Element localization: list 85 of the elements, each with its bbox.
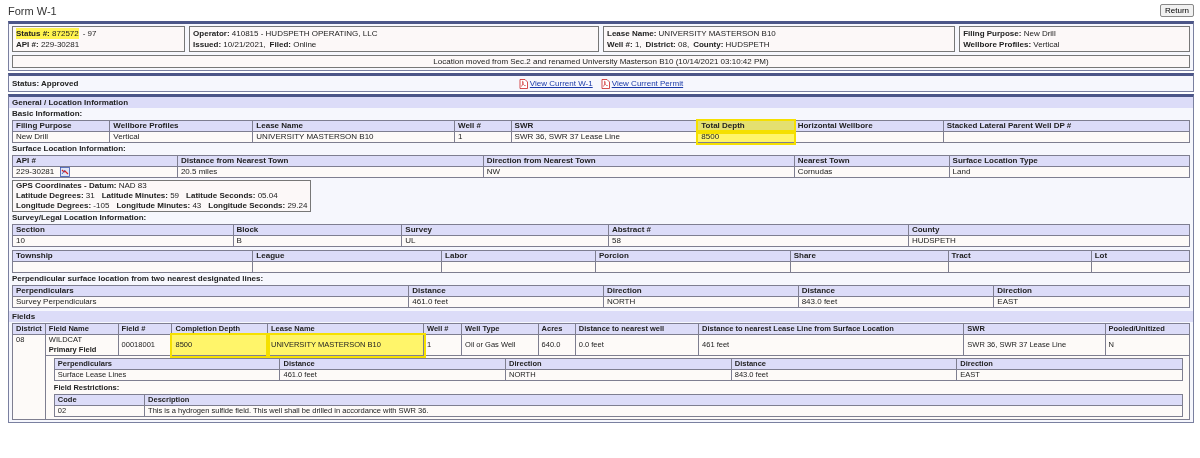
section-header: General / Location Information: [9, 97, 1193, 108]
column-header: Perpendiculars: [12, 285, 409, 297]
column-header: Distance from Nearest Town: [177, 155, 484, 167]
table-cell: Vertical: [109, 131, 253, 143]
info-text: Latitude Minutes: 59: [101, 191, 180, 202]
column-header: Stacked Lateral Parent Well DP #: [943, 120, 1190, 132]
table-cell: EAST: [993, 296, 1190, 308]
table-cell: Survey Perpendiculars: [12, 296, 409, 308]
table-cell: Cornudas: [794, 166, 950, 178]
table-cell: UNIVERSITY MASTERSON B10: [252, 131, 455, 143]
map-icon[interactable]: [60, 167, 71, 177]
column-header: Well #: [454, 120, 512, 132]
table-cell: 8500: [697, 131, 795, 143]
info-text: Longitude Degrees: -105: [16, 201, 110, 212]
info-text: Wellbore Profiles: Vertical: [963, 39, 1060, 50]
column-header: Abstract #: [608, 224, 909, 236]
info-text: Latitude Degrees: 31: [16, 191, 95, 202]
pdf-icon: [518, 78, 528, 89]
column-header: Wellbore Profiles: [109, 120, 253, 132]
column-header: Labor: [441, 250, 596, 262]
column-header: Tract: [948, 250, 1092, 262]
column-header: Porcion: [595, 250, 791, 262]
table-cell: NORTH: [603, 296, 799, 308]
table-cell: 20.5 miles: [177, 166, 484, 178]
table-cell: 58: [608, 235, 909, 247]
info-text: Lease Name: UNIVERSITY MASTERSON B10: [607, 28, 776, 39]
info-text: County: HUDSPETH: [693, 39, 770, 50]
column-header: League: [252, 250, 442, 262]
section-heading: Survey/Legal Location Information:: [12, 212, 148, 225]
column-header: Distance: [798, 285, 994, 297]
info-text: - 97: [82, 28, 97, 39]
column-header: Block: [233, 224, 402, 236]
column-header: Lot: [1091, 250, 1190, 262]
table-cell: Land: [949, 166, 1190, 178]
info-text: Latitude Seconds: 05.04: [186, 191, 278, 202]
status-text: Status: Approved: [12, 78, 80, 89]
column-header: Total Depth: [697, 120, 795, 132]
document-link[interactable]: View Current Permit: [600, 78, 684, 89]
column-header: API #: [12, 155, 178, 167]
table-cell: 229-30281: [12, 166, 178, 178]
info-text: Well #: 1,: [607, 39, 642, 50]
section-header: Fields: [9, 311, 1193, 323]
column-header: Nearest Town: [794, 155, 950, 167]
column-header: Direction: [603, 285, 799, 297]
column-header: Direction: [993, 285, 1190, 297]
info-text: District: 08,: [645, 39, 690, 50]
info-text: Status #: 872572: [16, 28, 79, 39]
info-text: Filed: Online: [269, 39, 317, 50]
info-text: Issued: 10/21/2021,: [193, 39, 266, 50]
column-header: Share: [790, 250, 949, 262]
table-cell: NW: [483, 166, 795, 178]
table-cell: 843.0 feet: [798, 296, 994, 308]
column-header: Filing Purpose: [12, 120, 110, 132]
column-header: Section: [12, 224, 233, 236]
page-title: Form W-1: [8, 5, 57, 19]
table-cell: HUDSPETH: [908, 235, 1190, 247]
info-text: Filing Purpose: New Drill: [963, 28, 1056, 39]
column-header: Horizontal Wellbore: [794, 120, 944, 132]
column-header: Township: [12, 250, 253, 262]
column-header: Survey: [401, 224, 609, 236]
return-button[interactable]: Return: [1160, 4, 1194, 17]
info-text: API #: 229-30281: [16, 39, 80, 50]
info-text: Operator: 410815 - HUDSPETH OPERATING, LLC: [193, 28, 378, 39]
document-link[interactable]: View Current W-1: [518, 78, 593, 89]
column-header: Surface Location Type: [949, 155, 1190, 167]
info-text: Longitude Seconds: 29.24: [208, 201, 308, 212]
section-heading: Perpendicular surface location from two nearest designated lines:: [12, 273, 265, 286]
table-cell: New Drill: [12, 131, 110, 143]
column-header: Distance: [408, 285, 604, 297]
section-heading: Surface Location Information:: [12, 143, 127, 155]
column-header: Direction from Nearest Town: [483, 155, 795, 167]
table-cell: UL: [401, 235, 609, 247]
column-header: Lease Name: [252, 120, 455, 132]
column-header: County: [908, 224, 1190, 236]
info-text: Longitude Minutes: 43: [116, 201, 202, 212]
pdf-icon: [600, 78, 610, 89]
section-heading: Basic Information:: [12, 108, 84, 120]
column-header: SWR: [511, 120, 698, 132]
table-cell: 461.0 feet: [408, 296, 604, 308]
table-cell: SWR 36, SWR 37 Lease Line: [511, 131, 698, 143]
table-cell: 1: [454, 131, 512, 143]
table-cell: 10: [12, 235, 233, 247]
location-note: Location moved from Sec.2 and renamed University Masterson B10 (10/14/2021 03:10:42 PM): [12, 55, 1190, 68]
table-cell: B: [233, 235, 402, 247]
info-text: GPS Coordinates - Datum: NAD 83: [16, 181, 147, 192]
